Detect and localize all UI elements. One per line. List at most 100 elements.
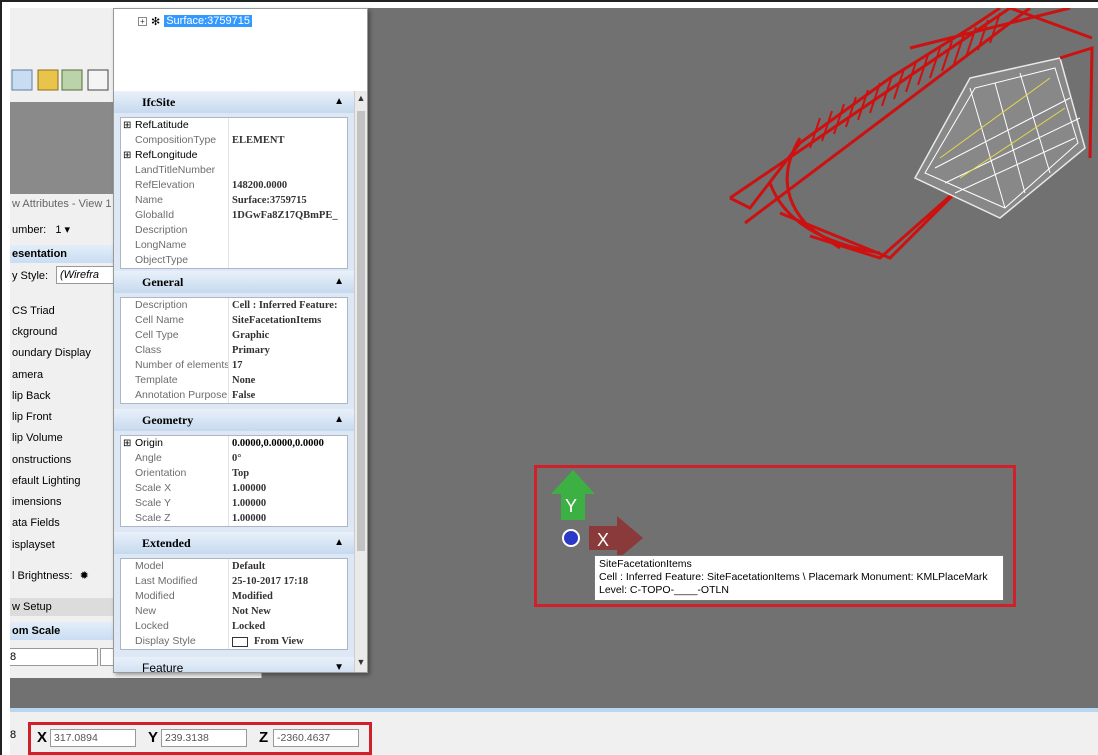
- attribute-item-acs-triad[interactable]: CS Triad: [10, 301, 120, 322]
- scale-input[interactable]: 8: [10, 648, 98, 666]
- property-scrollbar[interactable]: ▲ ▼: [354, 91, 367, 672]
- z-coordinate-field[interactable]: -2360.4637: [273, 729, 359, 747]
- property-row[interactable]: New Not New: [121, 604, 347, 619]
- property-row[interactable]: Locked Locked: [121, 619, 347, 634]
- y-coordinate-field[interactable]: 239.3138: [161, 729, 247, 747]
- collapse-chevron-icon[interactable]: ▲: [334, 91, 344, 113]
- category-geometry-header[interactable]: Geometry ▲: [114, 409, 354, 431]
- property-row[interactable]: Name Surface:3759715: [121, 193, 347, 208]
- attribute-item-dimensions[interactable]: imensions: [10, 492, 120, 513]
- collapse-chevron-icon[interactable]: ▲: [334, 409, 344, 431]
- property-value[interactable]: [229, 163, 347, 178]
- property-value[interactable]: 1.00000: [229, 511, 347, 526]
- property-row[interactable]: Orientation Top: [121, 466, 347, 481]
- presentation-header[interactable]: esentation: [10, 245, 120, 263]
- scroll-down-icon[interactable]: ▼: [355, 657, 367, 671]
- property-row[interactable]: Model Default: [121, 559, 347, 574]
- property-value[interactable]: [229, 223, 347, 238]
- view-number-select[interactable]: 1: [55, 224, 61, 236]
- attribute-item-camera[interactable]: amera: [10, 365, 120, 386]
- collapse-chevron-icon[interactable]: ▲: [334, 532, 344, 554]
- view-number-dropdown-icon[interactable]: ▾: [65, 224, 71, 236]
- property-row[interactable]: RefElevation 148200.0000: [121, 178, 347, 193]
- property-row[interactable]: Annotation Purpose False: [121, 388, 347, 403]
- property-value[interactable]: 1.00000: [229, 481, 347, 496]
- brightness-sun-icon[interactable]: ✹: [80, 570, 89, 582]
- display-style-select[interactable]: (Wirefra: [56, 266, 118, 284]
- property-row[interactable]: Description: [121, 223, 347, 238]
- scrollbar-thumb[interactable]: [357, 111, 365, 551]
- attribute-item-constructions[interactable]: onstructions: [10, 450, 120, 471]
- tree-node-surface[interactable]: + ✻ Surface:3759715: [138, 13, 253, 29]
- property-value[interactable]: False: [229, 388, 347, 403]
- attribute-item-default-lighting[interactable]: efault Lighting: [10, 471, 120, 492]
- property-value[interactable]: 17: [229, 358, 347, 373]
- property-row[interactable]: LongName: [121, 238, 347, 253]
- property-value[interactable]: Default: [229, 559, 347, 574]
- zoom-scale-header[interactable]: om Scale: [10, 622, 120, 640]
- tree-node-label[interactable]: Surface:3759715: [164, 15, 253, 27]
- property-value[interactable]: Modified: [229, 589, 347, 604]
- property-row[interactable]: Description Cell : Inferred Feature:: [121, 298, 347, 313]
- category-general-header[interactable]: General ▲: [114, 271, 354, 293]
- attribute-item-clip-back[interactable]: lip Back: [10, 386, 120, 407]
- property-value[interactable]: [229, 118, 347, 133]
- property-value[interactable]: Locked: [229, 619, 347, 634]
- property-value[interactable]: 0.0000,0.0000,0.0000: [229, 436, 347, 451]
- collapse-chevron-icon[interactable]: ▲: [334, 271, 344, 293]
- property-row[interactable]: Scale Y 1.00000: [121, 496, 347, 511]
- attribute-item-displayset[interactable]: isplayset: [10, 535, 120, 556]
- property-value[interactable]: 1DGwFa8Z17QBmPE_: [229, 208, 347, 223]
- property-value[interactable]: 148200.0000: [229, 178, 347, 193]
- attribute-item-boundary-display[interactable]: oundary Display: [10, 343, 120, 364]
- property-row[interactable]: RefLatitude: [121, 118, 347, 133]
- property-value[interactable]: Not New: [229, 604, 347, 619]
- property-value[interactable]: Cell : Inferred Feature:: [229, 298, 347, 313]
- property-row[interactable]: Cell Type Graphic: [121, 328, 347, 343]
- property-value[interactable]: ELEMENT: [229, 133, 347, 148]
- property-value[interactable]: [229, 238, 347, 253]
- property-row[interactable]: Modified Modified: [121, 589, 347, 604]
- property-row[interactable]: Cell Name SiteFacetationItems: [121, 313, 347, 328]
- property-value[interactable]: [229, 148, 347, 163]
- property-row[interactable]: LandTitleNumber: [121, 163, 347, 178]
- property-value[interactable]: 25-10-2017 17:18: [229, 574, 347, 589]
- expand-chevron-icon[interactable]: ▼: [334, 657, 344, 672]
- property-value[interactable]: Surface:3759715: [229, 193, 347, 208]
- view-setup-header[interactable]: w Setup: [10, 598, 120, 616]
- scroll-up-icon[interactable]: ▲: [355, 93, 367, 107]
- property-value[interactable]: 0°: [229, 451, 347, 466]
- attribute-item-clip-volume[interactable]: lip Volume: [10, 428, 120, 449]
- property-value[interactable]: [229, 253, 347, 268]
- property-row[interactable]: Class Primary: [121, 343, 347, 358]
- property-value[interactable]: None: [229, 373, 347, 388]
- property-row[interactable]: Last Modified 25-10-2017 17:18: [121, 574, 347, 589]
- property-row[interactable]: ObjectType: [121, 253, 347, 268]
- property-row[interactable]: Display Style From View: [121, 634, 347, 649]
- property-value[interactable]: SiteFacetationItems: [229, 313, 347, 328]
- property-value[interactable]: Graphic: [229, 328, 347, 343]
- triad-origin-icon[interactable]: [562, 529, 580, 547]
- tree-expander-icon[interactable]: +: [138, 16, 147, 26]
- category-extended-header[interactable]: Extended ▲: [114, 532, 354, 554]
- attribute-item-background[interactable]: ckground: [10, 322, 120, 343]
- property-row[interactable]: RefLongitude: [121, 148, 347, 163]
- attribute-item-clip-front[interactable]: lip Front: [10, 407, 120, 428]
- category-feature-header[interactable]: Feature ▼: [114, 657, 354, 672]
- property-row[interactable]: CompositionType ELEMENT: [121, 133, 347, 148]
- property-value[interactable]: 1.00000: [229, 496, 347, 511]
- category-ifcsite-header[interactable]: IfcSite ▲: [114, 91, 354, 113]
- property-row[interactable]: Number of elements 17: [121, 358, 347, 373]
- property-value[interactable]: Primary: [229, 343, 347, 358]
- axis-triad[interactable]: Y X: [545, 468, 655, 558]
- property-row[interactable]: Origin0.0000,0.0000,0.0000: [121, 436, 347, 451]
- property-row[interactable]: Scale X 1.00000: [121, 481, 347, 496]
- x-coordinate-field[interactable]: 317.0894: [50, 729, 136, 747]
- property-row[interactable]: Angle 0°: [121, 451, 347, 466]
- property-value[interactable]: Top: [229, 466, 347, 481]
- attribute-item-data-fields[interactable]: ata Fields: [10, 513, 120, 534]
- property-row[interactable]: Template None: [121, 373, 347, 388]
- property-value[interactable]: From View: [229, 634, 347, 649]
- property-row[interactable]: Scale Z 1.00000: [121, 511, 347, 526]
- property-row[interactable]: GlobalId 1DGwFa8Z17QBmPE_: [121, 208, 347, 223]
